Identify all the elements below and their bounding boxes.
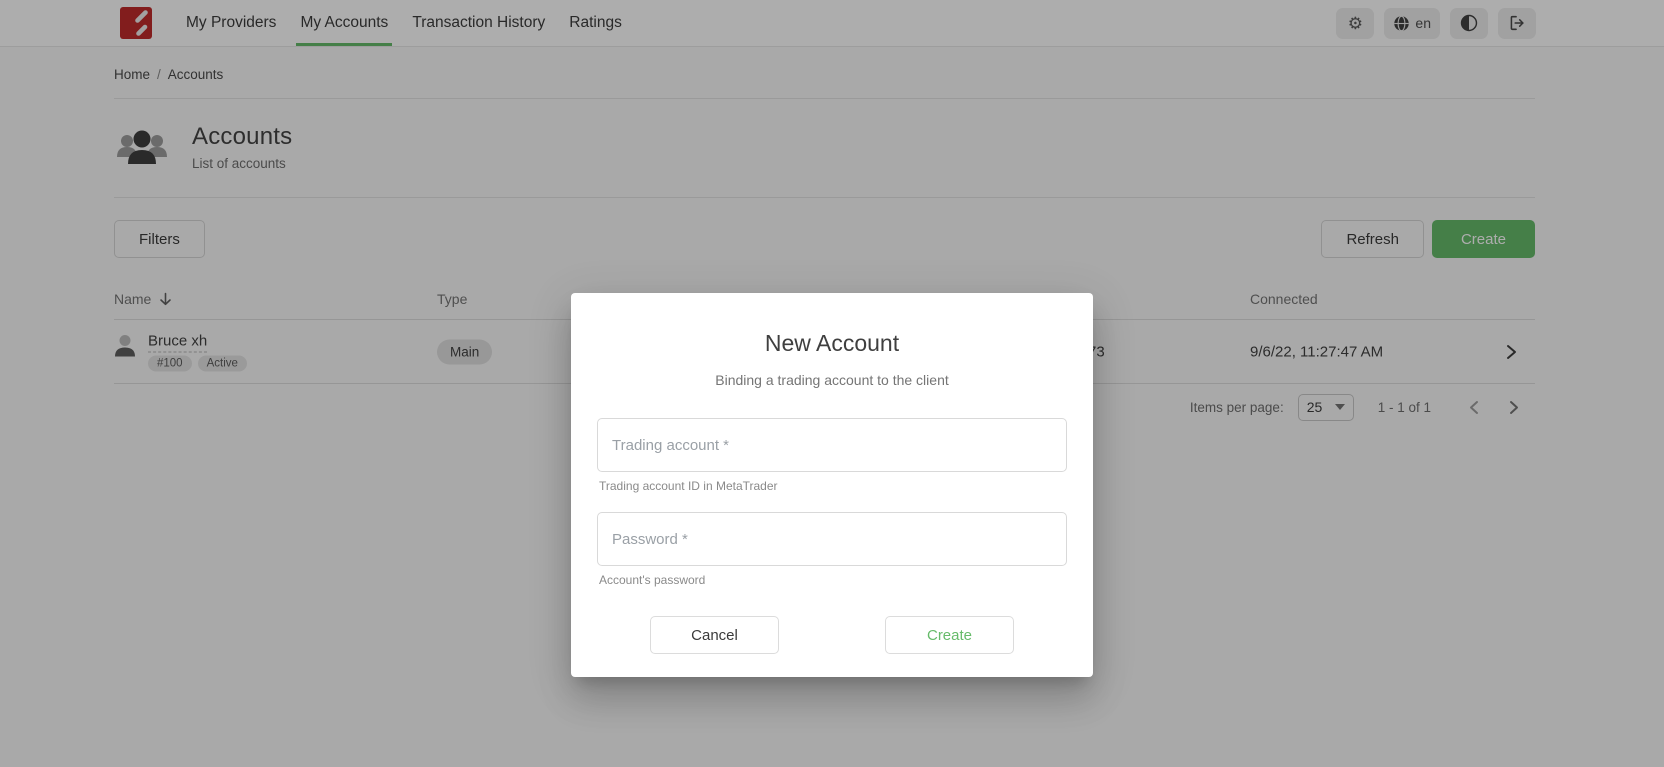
trading-account-field-group: Trading account ID in MetaTrader (597, 418, 1067, 493)
dialog-actions: Cancel Create (597, 616, 1067, 654)
dialog-title: New Account (597, 330, 1067, 357)
password-hint: Account's password (599, 573, 1067, 587)
dialog-cancel-button[interactable]: Cancel (650, 616, 779, 654)
password-input[interactable] (597, 512, 1067, 566)
trading-account-hint: Trading account ID in MetaTrader (599, 479, 1067, 493)
dialog-create-button[interactable]: Create (885, 616, 1014, 654)
trading-account-input[interactable] (597, 418, 1067, 472)
dialog-subtitle: Binding a trading account to the client (597, 372, 1067, 388)
password-field-group: Account's password (597, 512, 1067, 587)
new-account-dialog: New Account Binding a trading account to… (571, 293, 1093, 677)
